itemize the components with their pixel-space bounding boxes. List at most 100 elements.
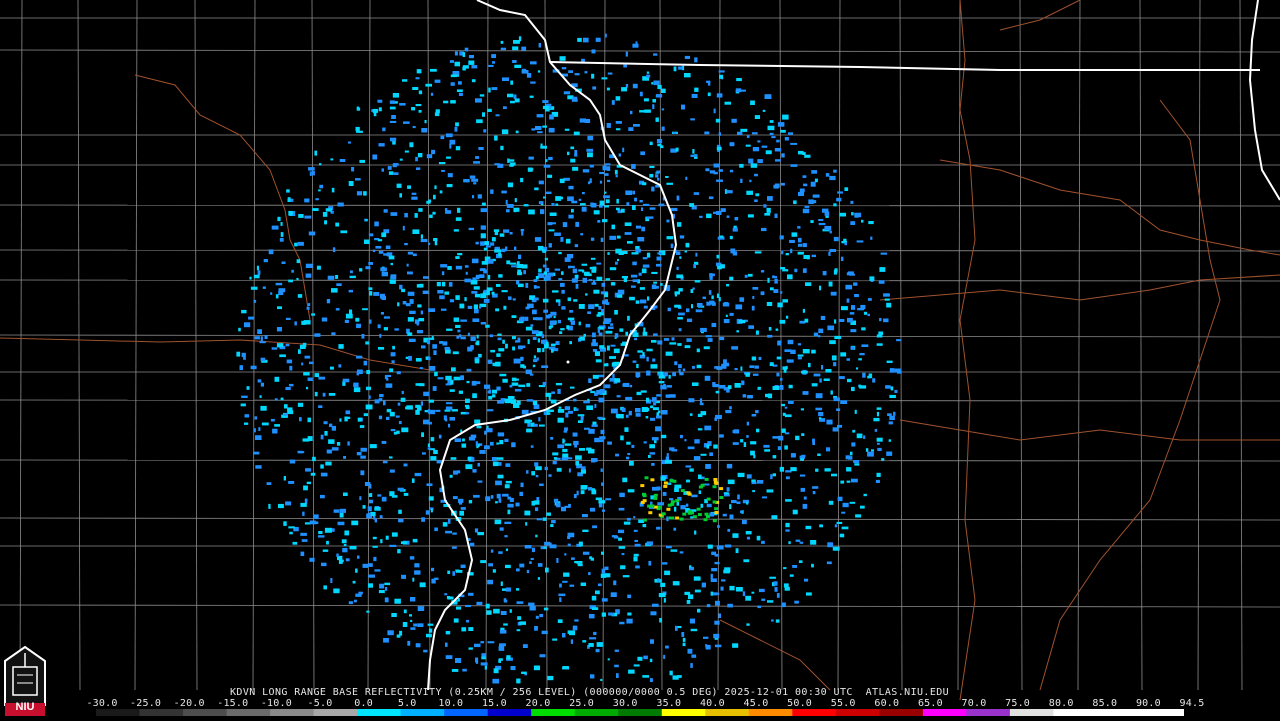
echo-pixel: [666, 219, 670, 223]
echo-pixel: [238, 327, 241, 332]
echo-pixel: [363, 413, 368, 417]
echo-pixel: [600, 468, 603, 472]
echo-pixel: [289, 365, 293, 371]
echo-pixel: [634, 337, 637, 341]
echo-pixel: [780, 267, 786, 270]
echo-pixel: [383, 400, 386, 406]
colorbar-label: 15.0: [481, 698, 507, 709]
echo-pixel: [512, 346, 515, 351]
echo-pixel: [658, 381, 665, 384]
echo-pixel: [558, 251, 562, 255]
echo-pixel: [417, 153, 423, 158]
echo-pixel-heavy: [704, 512, 709, 516]
echo-pixel: [649, 452, 656, 455]
echo-pixel: [381, 271, 388, 277]
echo-pixel: [480, 208, 488, 213]
colorbar-label: -10.0: [260, 698, 292, 709]
echo-pixel: [678, 66, 683, 70]
echo-pixel: [288, 526, 295, 529]
echo-pixel: [538, 43, 541, 48]
colorbar-segment: [400, 709, 445, 716]
echo-pixel: [499, 440, 504, 445]
echo-pixel: [716, 545, 724, 550]
echo-pixel: [479, 305, 482, 309]
echo-pixel: [785, 522, 790, 528]
echo-pixel: [713, 211, 720, 214]
echo-pixel: [730, 248, 736, 254]
echo-pixel: [631, 444, 635, 448]
echo-pixel: [802, 152, 806, 155]
county-line: [1077, 0, 1081, 691]
echo-pixel: [725, 410, 732, 414]
echo-pixel: [707, 544, 713, 549]
colorbar-label: 90.0: [1135, 698, 1161, 709]
echo-pixel: [592, 86, 597, 90]
echo-pixel: [511, 315, 517, 318]
echo-pixel: [297, 241, 304, 246]
echo-pixel: [439, 295, 445, 300]
echo-pixel: [588, 614, 595, 619]
echo-pixel: [431, 578, 436, 584]
echo-pixel: [632, 279, 639, 283]
echo-pixel: [598, 583, 602, 587]
colorbar-segment: [705, 709, 750, 716]
echo-pixel: [374, 399, 380, 404]
echo-pixel-heavy: [680, 489, 685, 493]
echo-pixel: [466, 619, 469, 623]
echo-pixel: [591, 342, 598, 347]
echo-pixel: [666, 182, 673, 185]
echo-pixel: [419, 367, 423, 370]
echo-pixel: [819, 524, 823, 528]
echo-pixel: [492, 389, 497, 394]
echo-pixel: [561, 271, 564, 275]
echo-pixel: [555, 383, 563, 386]
echo-pixel: [368, 493, 373, 497]
echo-pixel: [574, 444, 577, 448]
echo-pixel: [764, 449, 771, 452]
echo-pixel: [591, 202, 597, 208]
colorbar-label: 60.0: [874, 698, 900, 709]
echo-pixel: [457, 498, 464, 503]
echo-pixel: [542, 264, 547, 268]
echo-pixel: [776, 372, 780, 377]
echo-pixel: [311, 313, 315, 316]
echo-pixel: [629, 296, 635, 301]
echo-pixel: [811, 254, 816, 258]
echo-pixel: [779, 466, 784, 472]
echo-pixel: [447, 173, 453, 178]
echo-pixel: [473, 182, 477, 185]
echo-pixel: [412, 126, 416, 129]
echo-pixel: [465, 464, 473, 470]
echo-pixel: [802, 503, 808, 509]
echo-pixel: [581, 263, 588, 266]
echo-pixel: [566, 325, 570, 329]
echo-pixel: [545, 314, 550, 319]
echo-pixel: [656, 263, 662, 267]
echo-pixel: [856, 367, 859, 370]
echo-pixel: [420, 401, 423, 406]
echo-pixel: [633, 556, 638, 562]
echo-pixel: [705, 335, 712, 338]
echo-pixel: [368, 395, 371, 399]
echo-pixel: [620, 565, 626, 570]
echo-pixel: [420, 310, 423, 315]
echo-pixel: [697, 413, 703, 417]
echo-pixel: [669, 447, 675, 451]
echo-pixel-heavy: [712, 500, 717, 504]
echo-pixel: [607, 658, 610, 661]
echo-pixel: [320, 434, 324, 440]
echo-pixel: [300, 502, 307, 507]
echo-pixel: [711, 551, 717, 555]
echo-pixel: [534, 626, 538, 631]
echo-pixel: [524, 510, 531, 516]
echo-pixel: [705, 464, 711, 469]
echo-pixel: [727, 479, 735, 485]
echo-pixel: [568, 185, 574, 190]
echo-pixel: [595, 359, 602, 363]
echo-pixel: [817, 335, 821, 338]
echo-pixel: [433, 350, 437, 355]
echo-pixel: [498, 252, 502, 257]
echo-pixel: [421, 517, 425, 522]
echo-pixel: [409, 614, 412, 617]
echo-pixel: [344, 530, 350, 536]
